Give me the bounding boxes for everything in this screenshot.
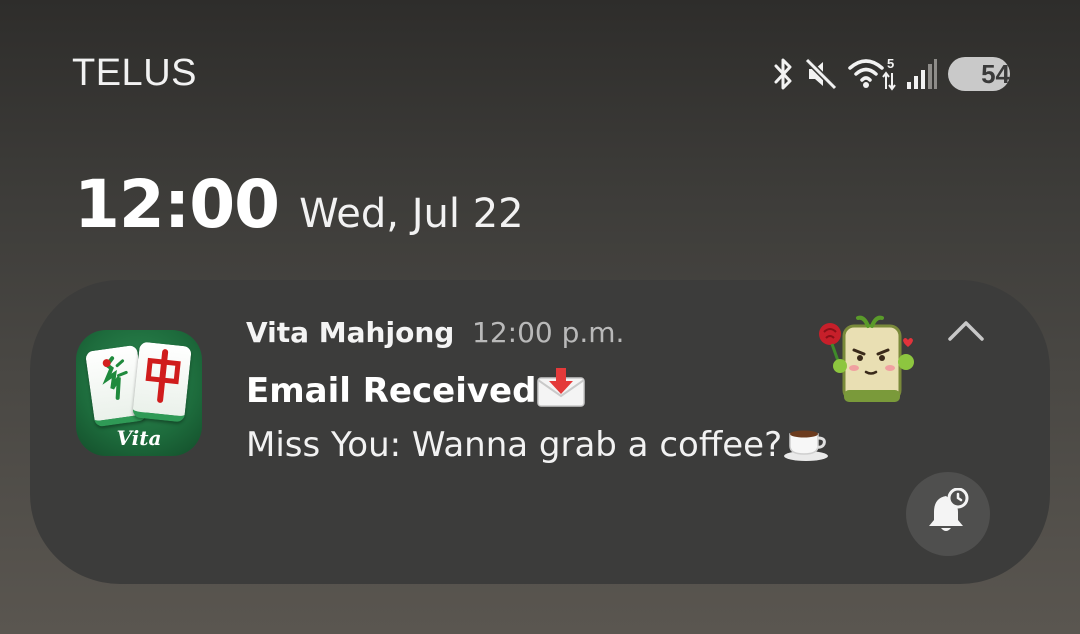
snooze-button[interactable]: [906, 472, 990, 556]
notification-time: 12:00 p.m.: [472, 316, 625, 349]
collapse-chevron-icon: [946, 319, 986, 347]
mahjong-tile-sticker: [810, 312, 920, 412]
notification-card[interactable]: Vita Vita Mahjong 12:00 p.m. Email Recei…: [30, 280, 1050, 584]
signal-icon: [906, 58, 938, 90]
snooze-bell-icon: [924, 487, 972, 540]
notification-title-text: Email Received: [246, 371, 537, 411]
mahjong-tile-red-dragon-icon: [132, 341, 192, 423]
notification-title: Email Received: [246, 368, 586, 417]
notification-body: Miss You: Wanna grab a coffee?: [246, 422, 830, 471]
coffee-cup-icon: [782, 422, 830, 471]
collapse-button[interactable]: [942, 318, 990, 348]
notification-app-name: Vita Mahjong: [246, 316, 455, 349]
battery-level: 54: [981, 58, 1010, 89]
app-icon: Vita: [76, 330, 202, 456]
wifi-band-label: 5: [887, 56, 894, 71]
app-icon-label: Vita: [116, 426, 162, 450]
status-icons: 5 54: [772, 54, 1010, 94]
battery-indicator: 54: [948, 57, 1010, 91]
mute-icon: [804, 57, 838, 91]
lock-clock: 12:00 Wed, Jul 22: [74, 166, 524, 243]
wifi-icon: 5: [848, 56, 896, 92]
envelope-arrow-icon: [536, 368, 586, 417]
bluetooth-icon: [772, 57, 794, 91]
clock-time: 12:00: [74, 166, 280, 243]
notification-body-text: Miss You: Wanna grab a coffee?: [246, 425, 783, 465]
clock-date: Wed, Jul 22: [299, 191, 524, 237]
carrier-name: TELUS: [72, 52, 197, 94]
